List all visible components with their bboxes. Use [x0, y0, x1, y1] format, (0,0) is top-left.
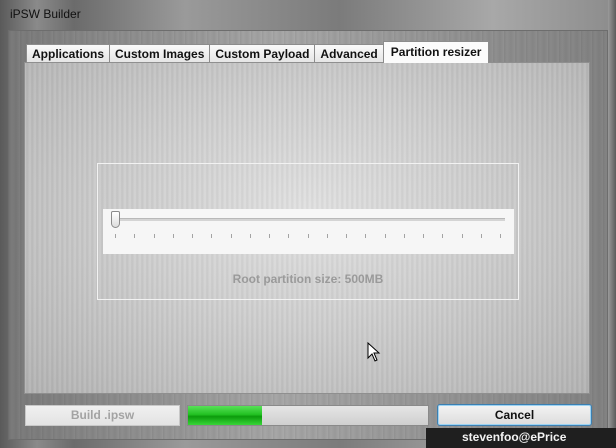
root-partition-size-label: Root partition size: 500MB [232, 272, 384, 286]
slider-thumb[interactable] [111, 211, 120, 228]
slider-tick [423, 234, 424, 238]
title-bar[interactable]: iPSW Builder [0, 0, 616, 30]
tab-partition-resizer[interactable]: Partition resizer [382, 41, 490, 63]
slider-tick [500, 234, 501, 238]
slider-tick [115, 234, 116, 238]
slider-tick [307, 234, 309, 238]
window-title: iPSW Builder [10, 7, 81, 21]
slider-tick [230, 234, 232, 238]
mouse-pointer-icon [367, 341, 381, 362]
tab-custom-images[interactable]: Custom Images [109, 44, 211, 63]
slider-tick [442, 234, 444, 238]
slider-tick [134, 234, 136, 238]
partition-size-slider[interactable] [103, 209, 514, 254]
slider-track [113, 218, 505, 221]
watermark: stevenfoo@ePrice [426, 428, 616, 448]
tab-custom-payload[interactable]: Custom Payload [209, 44, 316, 63]
slider-tick [192, 234, 193, 238]
slider-tick [326, 234, 328, 238]
tab-advanced[interactable]: Advanced [314, 44, 384, 63]
slider-ticks [115, 234, 501, 240]
window-right-edge [608, 0, 616, 448]
ipsw-builder-window: iPSW Builder Applications Custom Images … [0, 0, 616, 448]
cancel-button[interactable]: Cancel [437, 404, 592, 426]
slider-tick [461, 234, 463, 238]
watermark-text: stevenfoo@ePrice [462, 430, 567, 444]
slider-tick [211, 234, 213, 238]
slider-tick [249, 234, 251, 238]
slider-tick [403, 234, 405, 238]
slider-tick [365, 234, 367, 238]
slider-tick [172, 234, 174, 238]
slider-tick [269, 234, 270, 238]
progress-fill [188, 406, 263, 425]
slider-tick [480, 234, 482, 238]
build-ipsw-button[interactable]: Build .ipsw [25, 405, 180, 426]
tab-strip: Applications Custom Images Custom Payloa… [26, 41, 490, 63]
slider-tick [288, 234, 290, 238]
slider-tick [346, 234, 347, 238]
slider-tick [384, 234, 386, 238]
slider-tick [153, 234, 155, 238]
build-progress-bar [187, 405, 429, 426]
tab-applications[interactable]: Applications [26, 44, 111, 63]
